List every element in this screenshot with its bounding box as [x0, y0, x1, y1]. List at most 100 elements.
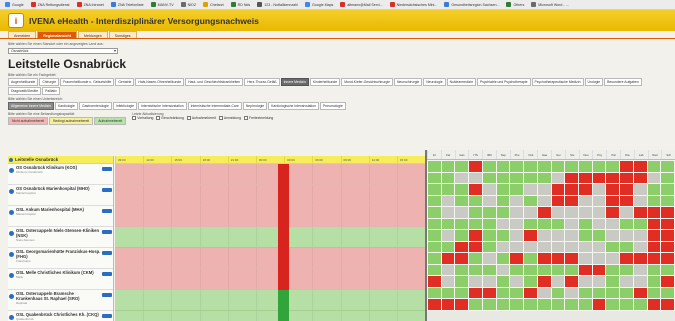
- matrix-cell[interactable]: [510, 184, 524, 195]
- matrix-cell[interactable]: [537, 195, 551, 206]
- matrix-cell[interactable]: [633, 161, 647, 172]
- matrix-cell[interactable]: [510, 253, 524, 264]
- matrix-cell[interactable]: [620, 253, 633, 264]
- matrix-cell[interactable]: [551, 253, 565, 264]
- matrix-cell[interactable]: [661, 218, 674, 229]
- matrix-cell[interactable]: [455, 230, 469, 241]
- matrix-cell[interactable]: [633, 287, 647, 298]
- fachgebiet-chip[interactable]: Neurochirurgie: [393, 78, 423, 86]
- matrix-cell[interactable]: [661, 276, 674, 287]
- matrix-cell[interactable]: [647, 276, 661, 287]
- hospital-badge[interactable]: [102, 167, 112, 171]
- matrix-cell[interactable]: [661, 299, 674, 310]
- hospital-info-icon[interactable]: [9, 294, 14, 299]
- hospital-row[interactable]: OSL Ankum Marienhospital (MHA) Marienhosp…: [8, 206, 113, 227]
- hospital-badge[interactable]: [102, 314, 112, 318]
- matrix-cell[interactable]: [510, 299, 524, 310]
- matrix-cell[interactable]: [606, 218, 620, 229]
- matrix-cell[interactable]: [551, 161, 565, 172]
- matrix-cell[interactable]: [633, 172, 647, 183]
- tab-regionalansicht[interactable]: Regionalansicht: [37, 31, 77, 38]
- matrix-cell[interactable]: [633, 218, 647, 229]
- matrix-cell[interactable]: [524, 253, 537, 264]
- matrix-cell[interactable]: [510, 276, 524, 287]
- matrix-cell[interactable]: [565, 230, 578, 241]
- matrix-cell[interactable]: [565, 264, 578, 275]
- matrix-cell[interactable]: [606, 241, 620, 252]
- fachgebiet-chip[interactable]: Mund-Kiefer-Gesichtschirurgie: [341, 78, 393, 86]
- matrix-cell[interactable]: [633, 230, 647, 241]
- bookmark-item[interactable]: Chefarzt: [203, 2, 224, 7]
- matrix-cell[interactable]: [551, 195, 565, 206]
- matrix-cell[interactable]: [565, 276, 578, 287]
- matrix-cell[interactable]: [441, 299, 455, 310]
- matrix-cell[interactable]: [441, 253, 455, 264]
- subgroup-chip[interactable]: Internistische Intermediate-Care: [187, 102, 242, 110]
- matrix-cell[interactable]: [469, 264, 482, 275]
- bookmark-item[interactable]: altmann@Mail Servi...: [340, 2, 383, 7]
- matrix-cell[interactable]: [524, 184, 537, 195]
- matrix-cell[interactable]: [469, 299, 482, 310]
- matrix-cell[interactable]: [647, 299, 661, 310]
- matrix-cell[interactable]: [578, 264, 592, 275]
- hospital-badge[interactable]: [102, 230, 112, 234]
- subgroup-chip[interactable]: Nephrologie: [242, 102, 268, 110]
- hospital-info-icon[interactable]: [9, 210, 14, 215]
- fachgebiet-chip[interactable]: Palliativ: [42, 87, 60, 95]
- matrix-cell[interactable]: [428, 161, 441, 172]
- matrix-cell[interactable]: [578, 207, 592, 218]
- matrix-cell[interactable]: [428, 207, 441, 218]
- hospital-info-icon[interactable]: [9, 189, 14, 194]
- matrix-cell[interactable]: [469, 207, 482, 218]
- matrix-cell[interactable]: [606, 253, 620, 264]
- hospital-row[interactable]: OSL Melle Christliches Klinikum (CKM) Mel…: [8, 269, 113, 290]
- matrix-cell[interactable]: [592, 195, 606, 206]
- matrix-cell[interactable]: [565, 184, 578, 195]
- matrix-cell[interactable]: [455, 207, 469, 218]
- matrix-cell[interactable]: [455, 264, 469, 275]
- matrix-cell[interactable]: [661, 172, 674, 183]
- matrix-cell[interactable]: [441, 241, 455, 252]
- hospital-badge[interactable]: [102, 272, 112, 276]
- matrix-cell[interactable]: [551, 276, 565, 287]
- matrix-cell[interactable]: [578, 287, 592, 298]
- matrix-cell[interactable]: [455, 299, 469, 310]
- matrix-cell[interactable]: [647, 172, 661, 183]
- matrix-cell[interactable]: [496, 276, 510, 287]
- matrix-cell[interactable]: [428, 276, 441, 287]
- matrix-cell[interactable]: [551, 230, 565, 241]
- matrix-cell[interactable]: [606, 172, 620, 183]
- matrix-cell[interactable]: [441, 276, 455, 287]
- bookmark-item[interactable]: Microsoft Word - ...: [531, 2, 569, 7]
- matrix-cell[interactable]: [428, 253, 441, 264]
- hospital-row[interactable]: OS Osnabrück Marienhospital (MHO) Marienh…: [8, 185, 113, 206]
- matrix-cell[interactable]: [565, 218, 578, 229]
- matrix-cell[interactable]: [661, 207, 674, 218]
- matrix-cell[interactable]: [510, 207, 524, 218]
- matrix-cell[interactable]: [565, 207, 578, 218]
- matrix-cell[interactable]: [469, 287, 482, 298]
- matrix-cell[interactable]: [482, 299, 496, 310]
- matrix-cell[interactable]: [551, 218, 565, 229]
- matrix-cell[interactable]: [537, 218, 551, 229]
- matrix-cell[interactable]: [469, 230, 482, 241]
- matrix-cell[interactable]: [537, 241, 551, 252]
- matrix-cell[interactable]: [441, 184, 455, 195]
- tab-sonstiges[interactable]: Sonstiges: [108, 31, 137, 38]
- matrix-cell[interactable]: [647, 287, 661, 298]
- subgroup-chip[interactable]: Pneumologie: [320, 102, 346, 110]
- matrix-cell[interactable]: [661, 230, 674, 241]
- matrix-cell[interactable]: [524, 218, 537, 229]
- matrix-cell[interactable]: [428, 299, 441, 310]
- matrix-cell[interactable]: [592, 230, 606, 241]
- matrix-cell[interactable]: [578, 172, 592, 183]
- matrix-cell[interactable]: [524, 241, 537, 252]
- legend-checkbox[interactable]: Einschränkung: [156, 116, 184, 120]
- matrix-cell[interactable]: [606, 161, 620, 172]
- matrix-cell[interactable]: [482, 207, 496, 218]
- bookmark-item[interactable]: NIDZ: [180, 2, 196, 7]
- matrix-cell[interactable]: [633, 264, 647, 275]
- matrix-cell[interactable]: [565, 161, 578, 172]
- matrix-cell[interactable]: [496, 253, 510, 264]
- legend-checkbox[interactable]: Freitextmeldung: [243, 116, 273, 120]
